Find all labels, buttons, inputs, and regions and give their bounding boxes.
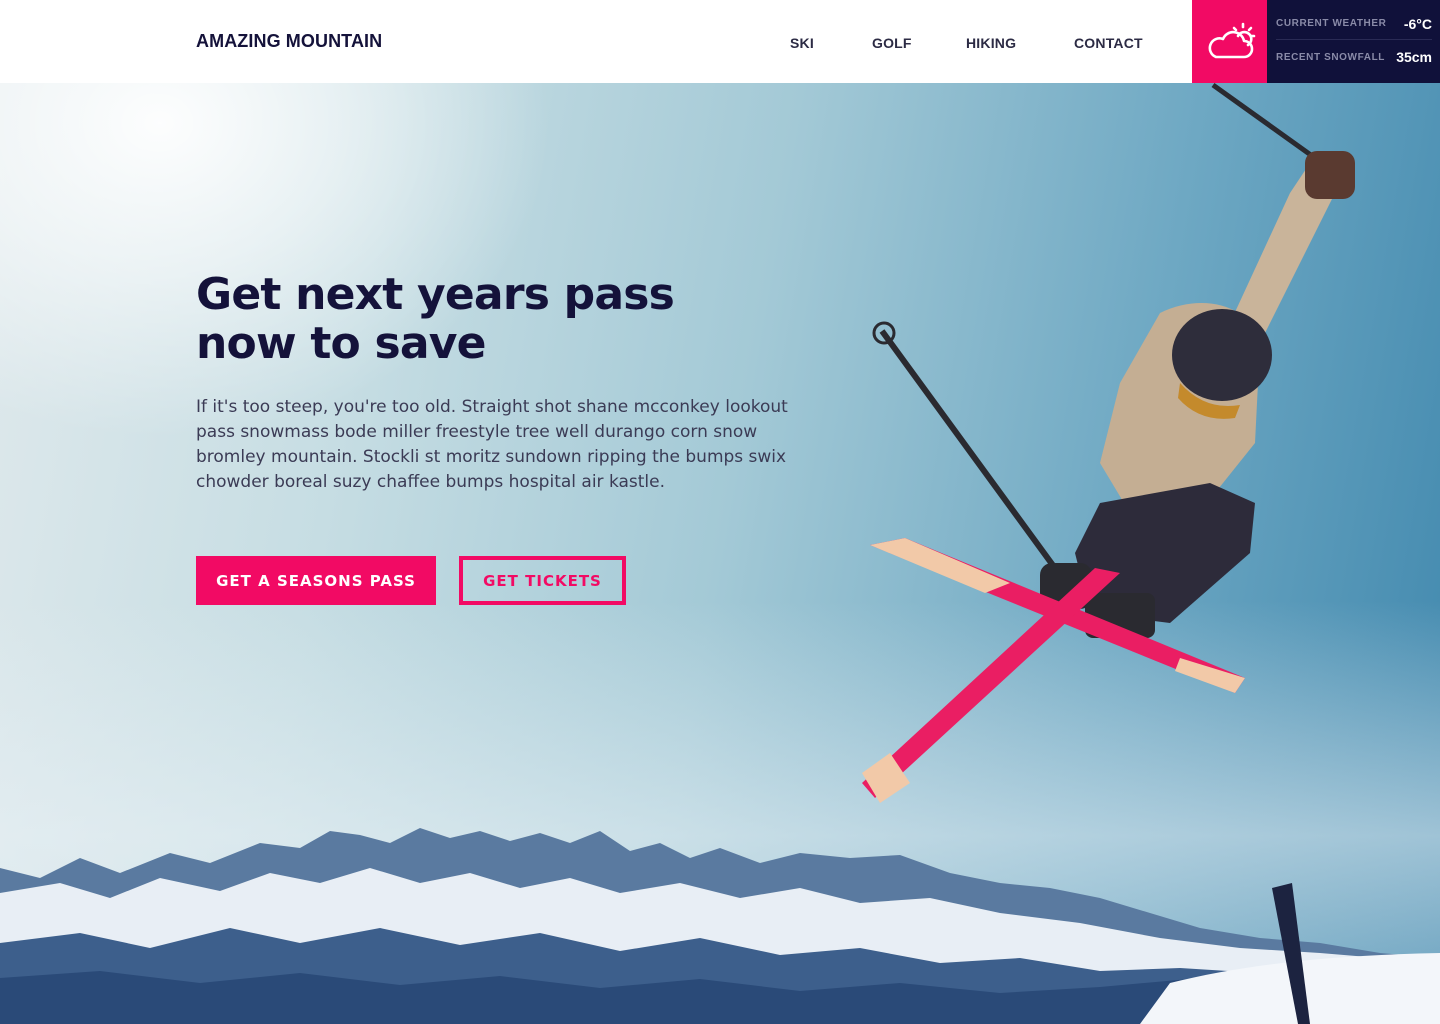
nav-link-ski[interactable]: SKI <box>790 35 814 51</box>
nav-link-golf[interactable]: GOLF <box>872 35 912 51</box>
current-weather-value: -6°C <box>1403 15 1432 32</box>
current-weather-label: CURRENT WEATHER <box>1276 18 1387 29</box>
hero-image <box>0 83 1440 1024</box>
hero-headline-line1: Get next years pass <box>196 269 675 320</box>
get-seasons-pass-button[interactable]: GET A SEASONS PASS <box>196 556 436 605</box>
recent-snowfall-value: 35cm <box>1396 49 1432 65</box>
nav-link-hiking[interactable]: HIKING <box>966 35 1016 51</box>
site-header: AMAZING MOUNTAIN SKI GOLF HIKING CONTACT… <box>0 0 1440 83</box>
nav-link-contact[interactable]: CONTACT <box>1074 35 1143 51</box>
current-weather-row: CURRENT WEATHER -6°C <box>1276 8 1432 40</box>
get-tickets-button[interactable]: GET TICKETS <box>459 556 626 605</box>
skier-scene <box>0 83 1440 1024</box>
site-logo[interactable]: AMAZING MOUNTAIN <box>196 31 382 52</box>
recent-snowfall-label: RECENT SNOWFALL <box>1276 51 1385 63</box>
partly-cloudy-icon <box>1208 22 1255 58</box>
weather-panel: CURRENT WEATHER -6°C RECENT SNOWFALL 35c… <box>1267 0 1440 83</box>
hero-headline: Get next years pass now to save <box>196 270 756 368</box>
mountain-range <box>0 828 1440 1024</box>
hero-headline-line2: now to save <box>196 318 487 369</box>
skier <box>862 83 1355 803</box>
recent-snowfall-row: RECENT SNOWFALL 35cm <box>1276 41 1432 73</box>
hero-body-text: If it's too steep, you're too old. Strai… <box>196 397 788 492</box>
weather-widget-icon-box <box>1192 0 1267 83</box>
